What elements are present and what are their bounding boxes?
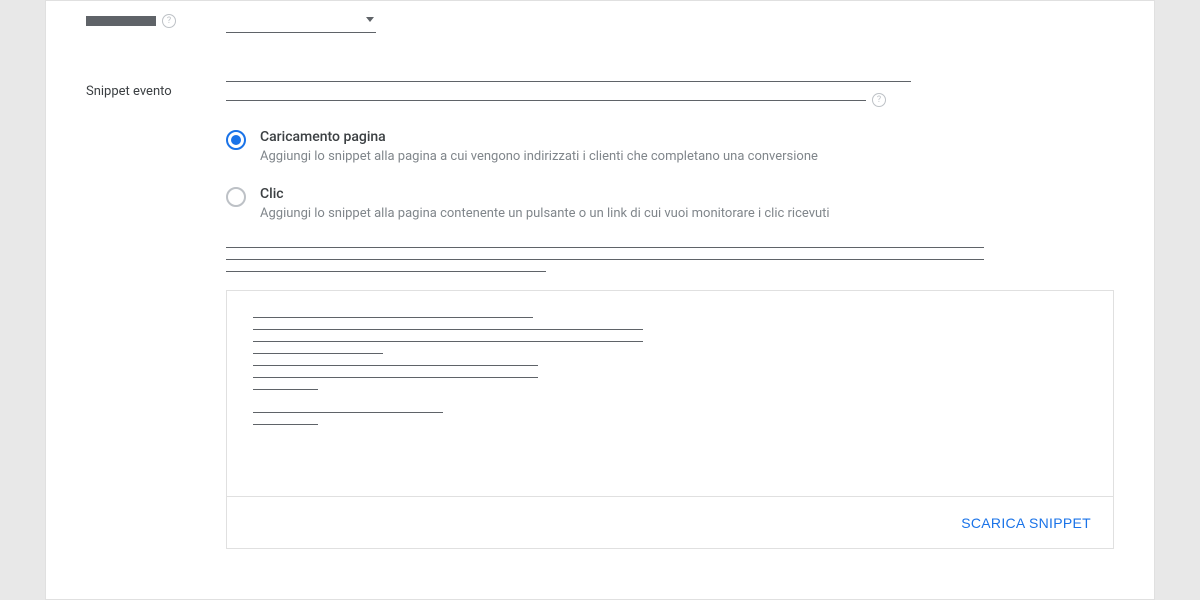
redacted-text-line [226,271,546,272]
code-line [253,329,643,330]
code-line [253,412,443,413]
radio-button[interactable] [226,187,246,207]
radio-click-desc: Aggiungi lo snippet alla pagina contenen… [260,205,830,223]
redacted-text-line [226,100,866,101]
first-setting-label: ? [86,11,226,28]
radio-page-load-desc: Aggiungi lo snippet alla pagina a cui ve… [260,148,818,166]
code-line [253,317,533,318]
code-line [253,365,538,366]
code-line [253,377,538,378]
radio-button-selected[interactable] [226,130,246,150]
description-lines [226,247,1114,272]
redacted-text-line [226,81,911,82]
help-icon[interactable]: ? [872,93,886,107]
settings-card: ? Snippet evento ? Caricamento pagina Ag… [45,0,1155,600]
help-icon[interactable]: ? [162,14,176,28]
redacted-text-group: ? [226,93,1114,107]
radio-click-text: Clic Aggiungi lo snippet alla pagina con… [260,186,830,223]
code-line [253,353,383,354]
code-line [253,424,318,425]
redacted-label [86,16,156,26]
download-snippet-button[interactable]: SCARICA SNIPPET [961,515,1091,531]
first-setting-content [226,11,1114,37]
value-dropdown[interactable] [226,11,376,33]
snippet-code-footer: SCARICA SNIPPET [227,496,1113,548]
first-setting-row: ? [86,11,1114,37]
snippet-code-box: SCARICA SNIPPET [226,290,1114,549]
snippet-event-content: ? Caricamento pagina Aggiungi lo snippet… [226,81,1114,549]
radio-page-load[interactable]: Caricamento pagina Aggiungi lo snippet a… [226,129,1114,166]
redacted-text-line [226,247,984,248]
radio-click[interactable]: Clic Aggiungi lo snippet alla pagina con… [226,186,1114,223]
chevron-down-icon [366,17,374,22]
snippet-event-label: Snippet evento [86,81,226,99]
code-line [253,389,318,390]
snippet-event-row: Snippet evento ? Caricamento pagina Aggi… [86,81,1114,549]
redacted-text-line [226,259,984,260]
code-line [253,341,643,342]
radio-click-title: Clic [260,186,830,202]
radio-page-load-title: Caricamento pagina [260,129,818,145]
snippet-code-body [227,291,1113,496]
radio-page-load-text: Caricamento pagina Aggiungi lo snippet a… [260,129,818,166]
